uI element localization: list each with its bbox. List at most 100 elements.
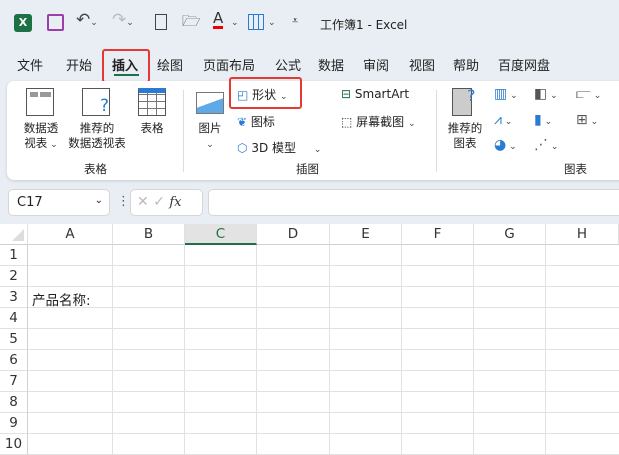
rec-charts-label-1: 推荐的 (447, 121, 483, 135)
undo-icon[interactable]: ↶⌄ (76, 10, 98, 30)
pictures-icon[interactable] (196, 92, 224, 114)
column-header[interactable]: E (330, 224, 402, 245)
borders-icon[interactable] (248, 14, 264, 30)
formula-buttons: ✕ ✓ fx (130, 189, 203, 216)
icons-label: 图标 (250, 115, 275, 129)
recommended-charts-button[interactable]: 推荐的 图表 (444, 121, 486, 151)
redo-icon[interactable]: ↷⌄ (112, 10, 134, 30)
smartart-icon: ⊟ (341, 87, 352, 101)
tab-view[interactable]: 视图 (409, 55, 435, 74)
table-button[interactable]: 表格 (136, 121, 168, 136)
tab-insert[interactable]: 插入 (112, 55, 138, 74)
recommended-charts-icon[interactable]: ? (452, 88, 476, 116)
hierarchy-chart-button[interactable]: ◧ ⌄ (534, 86, 558, 102)
column-chart-button[interactable]: ▥ ⌄ (494, 86, 518, 102)
gridline (329, 245, 330, 455)
scatter-chart-button[interactable]: ⋰ ⌄ (534, 137, 558, 153)
pictures-button[interactable]: 图片 ⌄ (194, 121, 226, 153)
tab-data[interactable]: 数据 (318, 55, 344, 74)
smartart-button[interactable]: ⊟ SmartArt (341, 87, 409, 101)
column-header-selected[interactable]: C (185, 224, 257, 245)
cell-A3[interactable]: 产品名称: (32, 289, 91, 309)
line-chart-button[interactable]: ⩘ ⌄ (494, 112, 512, 128)
gridline (473, 245, 474, 455)
row-header[interactable]: 9 (0, 413, 28, 434)
name-box[interactable]: C17 ⌄ (8, 189, 110, 216)
group-label-illustrations: 插图 (296, 162, 319, 176)
group-separator (183, 90, 184, 172)
customize-qat-icon[interactable]: ⩡ (292, 14, 298, 28)
statistic-chart-button[interactable]: ▮ ⌄ (534, 112, 552, 128)
column-header[interactable]: G (474, 224, 546, 245)
gridline (28, 370, 619, 371)
insert-function-icon[interactable]: fx (169, 195, 181, 210)
row-header[interactable]: 1 (0, 245, 28, 266)
row-header[interactable]: 5 (0, 329, 28, 350)
row-header[interactable]: 7 (0, 371, 28, 392)
spreadsheet-grid[interactable]: A B C D E F G H 1 2 3 4 5 6 7 8 9 10 产品名称: (0, 224, 619, 455)
font-color-dropdown[interactable]: ⌄ (231, 14, 239, 28)
recommended-pivot-button[interactable]: 推荐的 数据透视表 (64, 121, 130, 151)
group-separator (436, 90, 437, 172)
gridline (545, 245, 546, 455)
row-header[interactable]: 2 (0, 266, 28, 287)
font-color-icon[interactable]: A (213, 10, 224, 29)
gridline (28, 412, 619, 413)
tab-formulas[interactable]: 公式 (275, 55, 301, 74)
tab-home[interactable]: 开始 (66, 55, 92, 74)
more-options-icon[interactable]: ⋮ (117, 194, 130, 209)
open-folder-icon[interactable]: 🗁 (182, 11, 201, 36)
window-title: 工作簿1 - Excel (320, 18, 408, 32)
icons-button[interactable]: ❦ 图标 (237, 113, 275, 130)
gridline (28, 391, 619, 392)
gridline (28, 265, 619, 266)
gridline (28, 433, 619, 434)
3d-models-button[interactable]: ⬡ 3D 模型 ⌄ (237, 139, 321, 156)
select-all-corner[interactable] (0, 224, 28, 245)
gridline (28, 328, 619, 329)
new-file-icon[interactable] (155, 14, 167, 30)
gridline (28, 307, 619, 308)
tab-baidu-netdisk[interactable]: 百度网盘 (498, 55, 550, 74)
row-header[interactable]: 10 (0, 434, 28, 455)
cube-icon: ⬡ (237, 141, 248, 155)
row-header[interactable]: 6 (0, 350, 28, 371)
formula-input[interactable] (208, 189, 619, 216)
pie-chart-button[interactable]: ◕ ⌄ (494, 137, 517, 153)
combo-chart-button[interactable]: ⊞ ⌄ (576, 112, 598, 128)
tab-help[interactable]: 帮助 (453, 55, 479, 74)
rec-pivot-label-2: 数据透视表 (68, 136, 126, 150)
table-icon[interactable] (138, 88, 166, 116)
pivot-table-button[interactable]: 数据透 视表 ⌄ (16, 121, 66, 153)
save-icon[interactable] (47, 14, 64, 31)
screenshot-button[interactable]: ⬚ 屏幕截图 ⌄ (341, 113, 416, 130)
tab-draw[interactable]: 绘图 (157, 55, 183, 74)
column-header[interactable]: H (546, 224, 619, 245)
waterfall-chart-button[interactable]: ⫍ ⌄ (576, 86, 601, 102)
gridline (184, 245, 185, 455)
rec-charts-label-2: 图表 (453, 136, 477, 150)
borders-dropdown[interactable]: ⌄ (268, 14, 276, 28)
excel-logo-icon: X (14, 14, 32, 32)
recommended-pivot-icon[interactable]: ? (82, 88, 110, 116)
pivot-table-icon[interactable] (26, 88, 54, 116)
pictures-label: 图片 (198, 121, 222, 135)
gridline (112, 245, 113, 455)
chevron-down-icon[interactable]: ⌄ (95, 195, 103, 206)
gridline (401, 245, 402, 455)
shapes-button[interactable]: ◰ 形状 ⌄ (237, 86, 288, 103)
column-header[interactable]: F (402, 224, 474, 245)
enter-icon[interactable]: ✓ (153, 194, 165, 210)
column-header[interactable]: B (113, 224, 185, 245)
row-header[interactable]: 8 (0, 392, 28, 413)
tab-file[interactable]: 文件 (17, 55, 43, 74)
screenshot-icon: ⬚ (341, 115, 353, 129)
icons-icon: ❦ (237, 115, 248, 129)
row-header[interactable]: 4 (0, 308, 28, 329)
tab-review[interactable]: 审阅 (363, 55, 389, 74)
row-header[interactable]: 3 (0, 287, 28, 308)
tab-page-layout[interactable]: 页面布局 (203, 55, 255, 74)
column-header[interactable]: D (257, 224, 330, 245)
column-header[interactable]: A (28, 224, 113, 245)
cancel-icon[interactable]: ✕ (137, 194, 149, 210)
